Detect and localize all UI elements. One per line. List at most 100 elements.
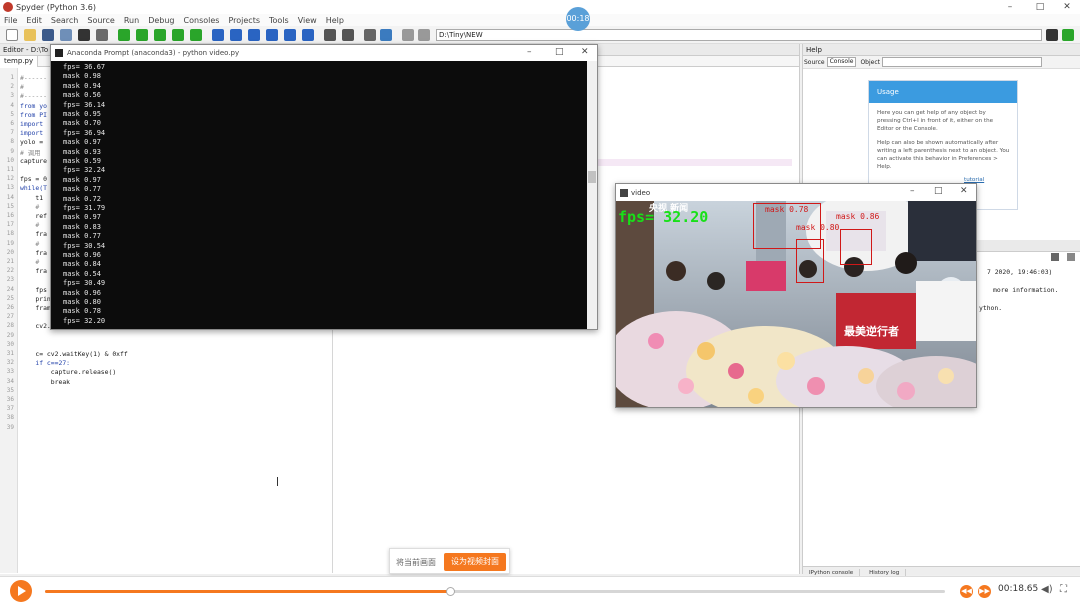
video-window-icon bbox=[620, 188, 628, 197]
run-cell-icon[interactable] bbox=[136, 29, 148, 41]
window-title: Spyder (Python 3.6) bbox=[16, 2, 96, 12]
new-file-icon[interactable] bbox=[6, 29, 18, 41]
prompt-output-line: mask 0.77 bbox=[63, 185, 101, 194]
menu-run[interactable]: Run bbox=[124, 16, 139, 25]
code-line: capture bbox=[20, 156, 47, 165]
title-bar: Spyder (Python 3.6) bbox=[0, 0, 1080, 14]
line-number: 34 bbox=[6, 377, 14, 385]
menu-tools[interactable]: Tools bbox=[269, 16, 289, 25]
debug-icon[interactable] bbox=[212, 29, 224, 41]
code-line: import bbox=[20, 129, 44, 138]
console-options-icon[interactable] bbox=[1067, 253, 1075, 261]
code-line: fra bbox=[20, 230, 47, 239]
step-into-icon[interactable] bbox=[248, 29, 260, 41]
code-line: #------ bbox=[20, 92, 47, 101]
menu-help[interactable]: Help bbox=[326, 16, 344, 25]
tab-temp-py[interactable]: temp.py bbox=[0, 56, 39, 67]
line-number: 7 bbox=[10, 129, 14, 137]
prompt-minimize-icon[interactable]: – bbox=[527, 47, 532, 57]
video-maximize-icon[interactable]: □ bbox=[934, 186, 943, 196]
prompt-output-line: fps= 31.79 bbox=[63, 204, 106, 212]
preferences-icon[interactable] bbox=[364, 29, 376, 41]
volume-icon[interactable]: ◀) bbox=[1041, 584, 1053, 595]
line-number: 31 bbox=[6, 350, 14, 357]
detection-box bbox=[840, 229, 872, 265]
source-select[interactable]: Console bbox=[826, 57, 857, 67]
code-line: if c==27: bbox=[20, 359, 71, 368]
set-cover-button[interactable]: 设为视频封面 bbox=[444, 553, 506, 571]
set-directory-icon[interactable] bbox=[1062, 29, 1074, 41]
menu-edit[interactable]: Edit bbox=[26, 16, 42, 25]
prompt-output-line: fps= 32.24 bbox=[63, 166, 106, 175]
prompt-output[interactable]: fps= 36.67 mask 0.98 mask 0.94 mask 0.56 fps… bbox=[51, 61, 589, 329]
menu-debug[interactable]: Debug bbox=[148, 16, 174, 25]
run-selection-icon[interactable] bbox=[172, 29, 184, 41]
save-icon[interactable] bbox=[42, 29, 54, 41]
play-icon[interactable] bbox=[10, 580, 32, 602]
text-cursor bbox=[277, 477, 278, 486]
progress-track[interactable] bbox=[45, 587, 945, 596]
line-number: 20 bbox=[6, 248, 14, 256]
browse-folder-icon[interactable] bbox=[1046, 29, 1058, 41]
menu-consoles[interactable]: Consoles bbox=[184, 16, 220, 25]
menu-view[interactable]: View bbox=[298, 16, 317, 25]
maximize-pane-icon[interactable] bbox=[324, 29, 336, 41]
line-number: 36 bbox=[6, 396, 14, 403]
line-number: 10 bbox=[6, 156, 14, 164]
rewind-icon[interactable]: ◀◀ bbox=[960, 585, 973, 598]
browse-tabs-icon[interactable] bbox=[96, 29, 108, 41]
detection-box bbox=[796, 239, 824, 283]
cover-popup-label: 将当前画面 bbox=[396, 558, 436, 567]
minimize-icon[interactable]: – bbox=[995, 0, 1025, 14]
save-all-icon[interactable] bbox=[60, 29, 72, 41]
menu-source[interactable]: Source bbox=[87, 16, 114, 25]
code-line: # bbox=[20, 239, 44, 248]
step-icon[interactable] bbox=[230, 29, 242, 41]
prompt-close-icon[interactable]: ✕ bbox=[581, 47, 589, 57]
detection-label: mask 0.78 bbox=[765, 205, 809, 214]
open-folder-icon[interactable] bbox=[24, 29, 36, 41]
menu-search[interactable]: Search bbox=[51, 16, 78, 25]
line-number: 32 bbox=[6, 359, 14, 367]
stop-console-icon[interactable] bbox=[1051, 253, 1059, 261]
back-icon[interactable] bbox=[402, 29, 414, 41]
forward-icon[interactable] bbox=[418, 29, 430, 41]
maximize-icon[interactable]: □ bbox=[1025, 0, 1055, 14]
prompt-output-line: mask 0.56 bbox=[63, 91, 101, 100]
video-minimize-icon[interactable]: – bbox=[910, 186, 915, 196]
help-header: Help bbox=[803, 44, 1080, 56]
python-path-icon[interactable] bbox=[380, 29, 392, 41]
line-number: 29 bbox=[6, 331, 14, 339]
rerun-icon[interactable] bbox=[190, 29, 202, 41]
outline-icon[interactable] bbox=[78, 29, 90, 41]
line-number: 8 bbox=[10, 138, 14, 146]
prompt-output-line: mask 0.78 bbox=[63, 307, 101, 316]
menu-file[interactable]: File bbox=[4, 16, 17, 25]
menu-projects[interactable]: Projects bbox=[228, 16, 260, 25]
fast-forward-icon[interactable]: ▶▶ bbox=[978, 585, 991, 598]
step-return-icon[interactable] bbox=[266, 29, 278, 41]
object-input[interactable] bbox=[881, 57, 1042, 67]
code-line: #------ bbox=[20, 74, 47, 82]
line-number: 25 bbox=[6, 294, 14, 302]
fullscreen-player-icon[interactable]: ⛶ bbox=[1060, 584, 1067, 595]
prompt-output-line: fps= 36.14 bbox=[63, 100, 106, 109]
video-close-icon[interactable]: ✕ bbox=[960, 186, 968, 196]
usage-paragraph-1: Here you can get help of any object by p… bbox=[877, 110, 994, 132]
fullscreen-icon[interactable] bbox=[342, 29, 354, 41]
prompt-scroll-thumb[interactable] bbox=[588, 171, 596, 183]
line-number: 17 bbox=[6, 221, 14, 229]
stop-debug-icon[interactable] bbox=[302, 29, 314, 41]
prompt-output-line: mask 0.59 bbox=[63, 157, 101, 165]
code-line: # bbox=[20, 83, 24, 92]
working-directory-input[interactable]: D:\Tiny\NEW bbox=[436, 29, 1042, 41]
close-icon[interactable]: ✕ bbox=[1052, 0, 1080, 14]
run-icon[interactable] bbox=[118, 29, 130, 41]
progress-knob[interactable] bbox=[446, 587, 455, 596]
prompt-scrollbar[interactable] bbox=[587, 61, 597, 329]
video-window: video – □ ✕ 央视 新闻 fps= 32.20 mask 0.78 m… bbox=[615, 183, 977, 408]
console-line: 7 2020, 19:46:03) bbox=[987, 268, 1053, 276]
prompt-maximize-icon[interactable]: □ bbox=[555, 47, 564, 57]
continue-icon[interactable] bbox=[284, 29, 296, 41]
run-cell-advance-icon[interactable] bbox=[154, 29, 166, 41]
